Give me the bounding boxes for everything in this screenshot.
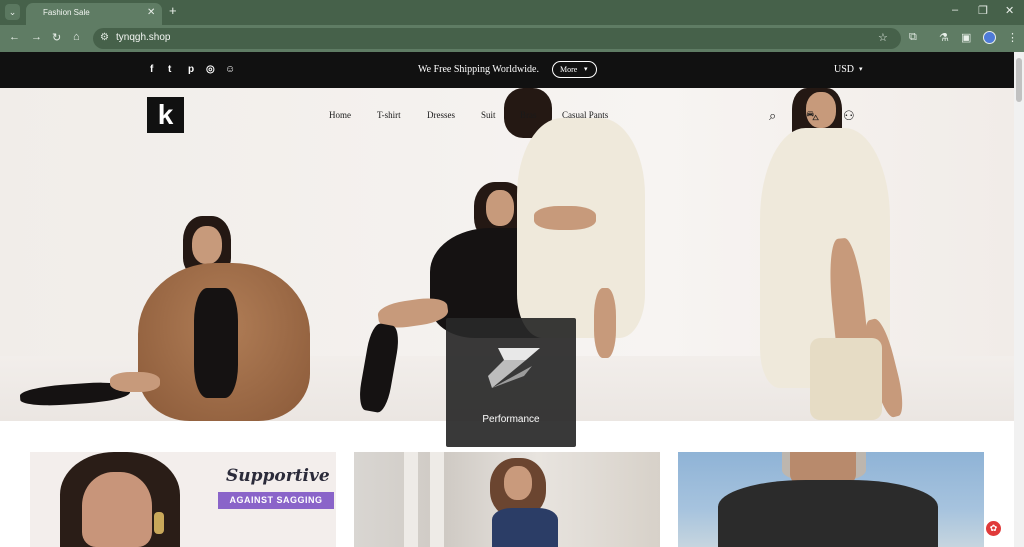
nav-t-shirt[interactable]: T-shirt xyxy=(377,110,401,120)
facebook-icon[interactable]: f xyxy=(150,64,153,75)
chevron-down-icon: ▾ xyxy=(584,65,588,73)
twitter-icon[interactable]: t xyxy=(168,64,171,75)
site-info-icon[interactable]: ⚙ xyxy=(100,32,109,43)
reload-icon[interactable]: ↻ xyxy=(52,31,61,44)
model-bodysuit xyxy=(194,288,238,398)
back-icon[interactable]: ← xyxy=(9,31,20,43)
address-bar[interactable]: ⚙ tynqgh.shop ☆ xyxy=(93,28,901,49)
extensions-icon[interactable]: ⧉ xyxy=(909,31,917,44)
performance-label: Performance xyxy=(482,414,540,425)
scrollbar-thumb[interactable] xyxy=(1016,58,1022,102)
more-label: More xyxy=(560,65,578,74)
url-text[interactable]: tynqgh.shop xyxy=(116,32,171,43)
window-frame xyxy=(430,452,444,547)
model-face xyxy=(82,472,152,547)
page-scrollbar[interactable] xyxy=(1014,52,1024,547)
account-icon[interactable]: ⚇ xyxy=(843,108,855,124)
promo-title: Supportive xyxy=(226,466,330,486)
cart-icon[interactable]: ⛍ xyxy=(806,108,819,126)
labs-icon[interactable]: ⚗ xyxy=(939,31,949,44)
model-face xyxy=(192,226,222,264)
tab-search-button[interactable]: ⌄ xyxy=(5,4,20,20)
chair xyxy=(810,338,882,420)
product-card[interactable] xyxy=(678,452,984,547)
browser-tab-strip: ⌄ Fashion Sale ✕ + – ❐ ✕ xyxy=(0,0,1024,25)
model-face xyxy=(504,466,532,500)
chevron-down-icon[interactable]: ▾ xyxy=(859,65,863,73)
forward-icon[interactable]: → xyxy=(31,31,42,43)
promo-subtitle: AGAINST SAGGING xyxy=(218,492,334,509)
side-panel-icon[interactable]: ▣ xyxy=(961,31,971,44)
nav-suit[interactable]: Suit xyxy=(481,110,496,120)
new-tab-button[interactable]: + xyxy=(169,3,177,18)
browser-toolbar: ← → ↻ ⌂ ⚙ tynqgh.shop ☆ ⧉ ⚗ ▣ ⋮ xyxy=(0,25,1024,52)
model-dress xyxy=(492,508,558,547)
more-button[interactable]: More ▾ xyxy=(552,61,597,78)
browser-tab[interactable]: Fashion Sale ✕ xyxy=(26,3,162,25)
model-leg xyxy=(594,288,616,358)
model-tshirt xyxy=(718,480,938,547)
store-logo[interactable]: k xyxy=(147,97,184,133)
pinterest-icon[interactable]: p xyxy=(188,64,194,75)
nav-casual-pants[interactable]: Casual Pants xyxy=(562,110,608,120)
nav-dresses[interactable]: Dresses xyxy=(427,110,455,120)
restore-icon[interactable]: ❐ xyxy=(978,4,988,17)
home-icon[interactable]: ⌂ xyxy=(73,31,80,43)
search-icon[interactable]: ⌕ xyxy=(769,108,776,124)
tab-close-icon[interactable]: ✕ xyxy=(147,7,155,18)
menu-icon[interactable]: ⋮ xyxy=(1007,31,1018,44)
product-card[interactable] xyxy=(354,452,660,547)
nav-bras[interactable]: Bras xyxy=(520,110,537,120)
minimize-icon[interactable]: – xyxy=(952,4,958,16)
snapchat-icon[interactable]: ☺ xyxy=(225,64,235,75)
floating-helper-button[interactable]: ✿ xyxy=(986,521,1001,536)
performance-logo-icon xyxy=(488,348,540,388)
nav-home[interactable]: Home xyxy=(329,110,351,120)
currency-selector[interactable]: USD xyxy=(834,64,854,75)
window-frame xyxy=(404,452,418,547)
instagram-icon[interactable]: ◎ xyxy=(206,64,215,75)
tab-title: Fashion Sale xyxy=(43,8,90,17)
profile-avatar[interactable] xyxy=(983,31,996,44)
promo-badge: Supportive AGAINST SAGGING xyxy=(216,462,336,512)
earring xyxy=(154,512,164,534)
shipping-message: We Free Shipping Worldwide. xyxy=(418,64,539,75)
model-leg xyxy=(110,372,160,392)
performance-overlay: Performance xyxy=(446,318,576,447)
model-leg xyxy=(534,206,596,230)
product-card[interactable]: Supportive AGAINST SAGGING xyxy=(30,452,336,547)
announcement-bar: f t p ◎ ☺ We Free Shipping Worldwide. Mo… xyxy=(0,52,1014,88)
model-face xyxy=(486,190,514,226)
chevron-down-icon: ⌄ xyxy=(8,6,17,17)
close-window-icon[interactable]: ✕ xyxy=(1005,4,1014,17)
bookmark-star-icon[interactable]: ☆ xyxy=(878,31,888,44)
